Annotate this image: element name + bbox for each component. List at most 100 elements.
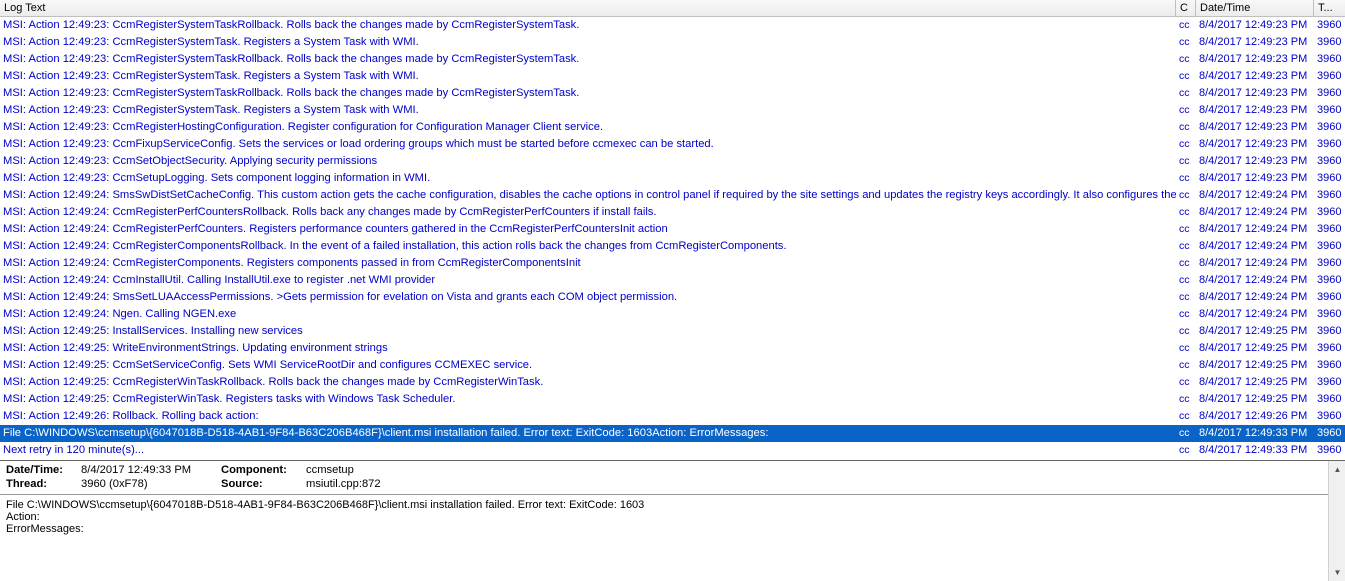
cell-component: cc [1176,34,1196,51]
cell-datetime: 8/4/2017 12:49:23 PM [1196,34,1314,51]
table-row[interactable]: MSI: Action 12:49:25: InstallServices. I… [0,323,1345,340]
cell-component: cc [1176,255,1196,272]
table-row[interactable]: Next retry in 120 minute(s)...cc8/4/2017… [0,442,1345,459]
cell-component: cc [1176,102,1196,119]
cell-thread: 3960 [1314,187,1345,204]
cell-thread: 3960 [1314,51,1345,68]
cell-datetime: 8/4/2017 12:49:25 PM [1196,391,1314,408]
scroll-down-icon[interactable]: ▼ [1329,564,1345,581]
table-row[interactable]: MSI: Action 12:49:24: SmsSetLUAAccessPer… [0,289,1345,306]
cell-datetime: 8/4/2017 12:49:24 PM [1196,238,1314,255]
scroll-up-icon[interactable]: ▲ [1329,461,1345,478]
cell-component: cc [1176,221,1196,238]
label-thread: Thread: [6,478,81,490]
cell-datetime: 8/4/2017 12:49:25 PM [1196,323,1314,340]
cell-log: MSI: Action 12:49:23: CcmFixupServiceCon… [0,136,1176,153]
table-row[interactable]: MSI: Action 12:49:24: CcmRegisterCompone… [0,255,1345,272]
cell-component: cc [1176,442,1196,459]
table-row[interactable]: MSI: Action 12:49:23: CcmRegisterSystemT… [0,102,1345,119]
cell-log: MSI: Action 12:49:24: SmsSwDistSetCacheC… [0,187,1176,204]
table-row[interactable]: MSI: Action 12:49:23: CcmRegisterSystemT… [0,17,1345,34]
cell-component: cc [1176,289,1196,306]
table-row[interactable]: MSI: Action 12:49:23: CcmRegisterSystemT… [0,51,1345,68]
cell-component: cc [1176,187,1196,204]
cell-component: cc [1176,374,1196,391]
cell-log: MSI: Action 12:49:23: CcmRegisterSystemT… [0,68,1176,85]
cell-log: MSI: Action 12:49:23: CcmRegisterSystemT… [0,51,1176,68]
table-row[interactable]: MSI: Action 12:49:24: CcmRegisterCompone… [0,238,1345,255]
cell-datetime: 8/4/2017 12:49:23 PM [1196,51,1314,68]
label-datetime: Date/Time: [6,464,81,476]
grid-body[interactable]: MSI: Action 12:49:23: CcmRegisterSystemT… [0,17,1345,459]
table-row[interactable]: MSI: Action 12:49:25: CcmRegisterWinTask… [0,374,1345,391]
cell-datetime: 8/4/2017 12:49:23 PM [1196,17,1314,34]
cell-log: MSI: Action 12:49:26: Rollback. Rolling … [0,408,1176,425]
cell-thread: 3960 [1314,391,1345,408]
table-row[interactable]: MSI: Action 12:49:23: CcmRegisterSystemT… [0,68,1345,85]
cell-datetime: 8/4/2017 12:49:23 PM [1196,102,1314,119]
cell-log: MSI: Action 12:49:24: CcmRegisterPerfCou… [0,221,1176,238]
cell-thread: 3960 [1314,408,1345,425]
table-row[interactable]: MSI: Action 12:49:24: Ngen. Calling NGEN… [0,306,1345,323]
col-header-component[interactable]: C [1176,0,1196,16]
table-row[interactable]: MSI: Action 12:49:25: CcmRegisterWinTask… [0,391,1345,408]
table-row[interactable]: MSI: Action 12:49:23: CcmRegisterHosting… [0,119,1345,136]
cell-datetime: 8/4/2017 12:49:23 PM [1196,85,1314,102]
value-component: ccmsetup [306,464,354,476]
log-grid[interactable]: Log Text C Date/Time T... MSI: Action 12… [0,0,1345,461]
table-row[interactable]: MSI: Action 12:49:25: WriteEnvironmentSt… [0,340,1345,357]
cell-thread: 3960 [1314,119,1345,136]
cell-component: cc [1176,153,1196,170]
cell-log: MSI: Action 12:49:24: SmsSetLUAAccessPer… [0,289,1176,306]
cell-thread: 3960 [1314,289,1345,306]
label-source: Source: [221,478,306,490]
cell-component: cc [1176,425,1196,442]
cell-log: MSI: Action 12:49:25: CcmRegisterWinTask… [0,374,1176,391]
label-component: Component: [221,464,306,476]
cell-component: cc [1176,238,1196,255]
cell-component: cc [1176,340,1196,357]
cell-datetime: 8/4/2017 12:49:33 PM [1196,442,1314,459]
cell-thread: 3960 [1314,323,1345,340]
cell-datetime: 8/4/2017 12:49:24 PM [1196,306,1314,323]
table-row[interactable]: MSI: Action 12:49:24: SmsSwDistSetCacheC… [0,187,1345,204]
table-row[interactable]: MSI: Action 12:49:23: CcmRegisterSystemT… [0,85,1345,102]
cell-component: cc [1176,408,1196,425]
cell-datetime: 8/4/2017 12:49:24 PM [1196,221,1314,238]
detail-body[interactable]: File C:\WINDOWS\ccmsetup\{6047018B-D518-… [0,495,1345,539]
cell-datetime: 8/4/2017 12:49:24 PM [1196,289,1314,306]
table-row[interactable]: File C:\WINDOWS\ccmsetup\{6047018B-D518-… [0,425,1345,442]
cell-datetime: 8/4/2017 12:49:24 PM [1196,187,1314,204]
cell-component: cc [1176,51,1196,68]
cell-thread: 3960 [1314,306,1345,323]
cell-log: MSI: Action 12:49:24: CcmRegisterPerfCou… [0,204,1176,221]
col-header-log[interactable]: Log Text [0,0,1176,16]
cell-thread: 3960 [1314,17,1345,34]
table-row[interactable]: MSI: Action 12:49:26: Rollback. Rolling … [0,408,1345,425]
cell-log: MSI: Action 12:49:23: CcmRegisterSystemT… [0,34,1176,51]
cell-datetime: 8/4/2017 12:49:25 PM [1196,340,1314,357]
value-datetime: 8/4/2017 12:49:33 PM [81,464,221,476]
table-row[interactable]: MSI: Action 12:49:25: CcmSetServiceConfi… [0,357,1345,374]
col-header-thread[interactable]: T... [1314,0,1345,16]
col-header-datetime[interactable]: Date/Time [1196,0,1314,16]
cell-log: MSI: Action 12:49:23: CcmSetupLogging. S… [0,170,1176,187]
cell-log: MSI: Action 12:49:25: InstallServices. I… [0,323,1176,340]
table-row[interactable]: MSI: Action 12:49:23: CcmFixupServiceCon… [0,136,1345,153]
scrollbar[interactable]: ▲ ▼ [1328,461,1345,581]
cell-thread: 3960 [1314,68,1345,85]
cell-datetime: 8/4/2017 12:49:23 PM [1196,119,1314,136]
table-row[interactable]: MSI: Action 12:49:23: CcmRegisterSystemT… [0,34,1345,51]
table-row[interactable]: MSI: Action 12:49:23: CcmSetObjectSecuri… [0,153,1345,170]
cell-thread: 3960 [1314,255,1345,272]
table-row[interactable]: MSI: Action 12:49:23: CcmSetupLogging. S… [0,170,1345,187]
cell-component: cc [1176,119,1196,136]
cell-datetime: 8/4/2017 12:49:24 PM [1196,255,1314,272]
table-row[interactable]: MSI: Action 12:49:24: CcmRegisterPerfCou… [0,221,1345,238]
cell-thread: 3960 [1314,238,1345,255]
cell-component: cc [1176,68,1196,85]
table-row[interactable]: MSI: Action 12:49:24: CcmRegisterPerfCou… [0,204,1345,221]
cell-component: cc [1176,170,1196,187]
table-row[interactable]: MSI: Action 12:49:24: CcmInstallUtil. Ca… [0,272,1345,289]
cell-component: cc [1176,136,1196,153]
